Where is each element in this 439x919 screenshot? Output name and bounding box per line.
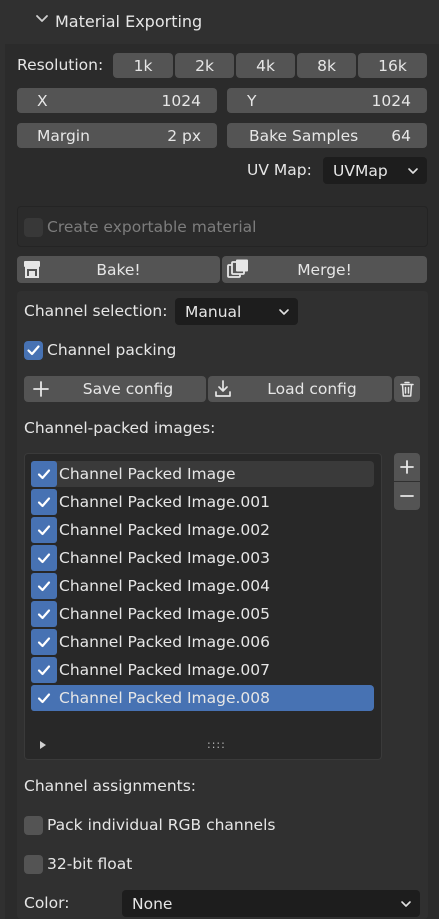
list-item-name: Channel Packed Image.007 — [59, 661, 271, 679]
list-item-name: Channel Packed Image.008 — [59, 689, 271, 707]
list-item-checkbox[interactable] — [31, 685, 57, 711]
list-item[interactable]: Channel Packed Image — [31, 461, 374, 487]
list-item-checkbox[interactable] — [31, 545, 57, 571]
list-item[interactable]: Channel Packed Image.002 — [31, 517, 374, 543]
list-item-name: Channel Packed Image.006 — [59, 633, 271, 651]
chevron-down-icon — [400, 898, 412, 910]
checkmark-icon — [37, 609, 51, 620]
margin-label: Margin — [37, 126, 90, 145]
uv-map-label: UV Map: — [247, 161, 312, 179]
list-item-name: Channel Packed Image.003 — [59, 549, 271, 567]
merge-button[interactable]: Merge! — [222, 256, 427, 283]
list-item[interactable]: Channel Packed Image.007 — [31, 657, 374, 683]
y-label: Y — [247, 91, 257, 110]
resolution-1k-button[interactable]: 1k — [113, 53, 173, 78]
chevron-down-icon[interactable] — [33, 10, 51, 28]
color-value: None — [132, 894, 173, 913]
add-image-button[interactable] — [394, 453, 420, 481]
create-material-label: Create exportable material — [47, 218, 257, 236]
checkmark-icon — [37, 693, 51, 704]
list-item[interactable]: Channel Packed Image.008 — [31, 685, 374, 711]
resolution-4k-button[interactable]: 4k — [236, 53, 295, 78]
channel-packing-checkbox[interactable] — [24, 341, 43, 360]
float32-label: 32-bit float — [47, 855, 133, 873]
minus-icon — [400, 495, 414, 497]
y-field[interactable]: Y 1024 — [227, 88, 427, 113]
load-config-label: Load config — [267, 380, 357, 398]
bake-samples-value: 64 — [391, 126, 411, 145]
list-item-name: Channel Packed Image.005 — [59, 605, 271, 623]
checkmark-icon — [37, 665, 51, 676]
list-item[interactable]: Channel Packed Image.001 — [31, 489, 374, 515]
list-item-name: Channel Packed Image.001 — [59, 493, 271, 511]
chevron-down-icon — [407, 165, 419, 177]
download-icon — [213, 379, 233, 399]
channel-assignments-label: Channel assignments: — [24, 777, 197, 795]
checkmark-icon — [37, 469, 51, 480]
checkmark-icon — [37, 497, 51, 508]
list-item-checkbox[interactable] — [31, 573, 57, 599]
uv-map-value: UVMap — [333, 161, 388, 180]
margin-value: 2 px — [167, 126, 201, 145]
delete-config-button[interactable] — [394, 376, 420, 402]
list-item-name: Channel Packed Image — [59, 465, 236, 483]
checkmark-icon — [27, 345, 40, 356]
resolution-16k-button[interactable]: 16k — [358, 53, 427, 78]
panel-title: Material Exporting — [55, 12, 203, 31]
uv-map-dropdown[interactable]: UVMap — [323, 157, 427, 184]
channel-selection-value: Manual — [185, 302, 242, 321]
trash-icon — [400, 381, 414, 397]
list-item-checkbox[interactable] — [31, 657, 57, 683]
remove-image-button[interactable] — [394, 482, 420, 510]
list-item[interactable]: Channel Packed Image.005 — [31, 601, 374, 627]
bake-button[interactable]: Bake! — [17, 256, 220, 283]
channel-selection-dropdown[interactable]: Manual — [175, 298, 298, 325]
margin-field[interactable]: Margin 2 px — [17, 123, 217, 148]
channel-packing-label: Channel packing — [47, 341, 177, 359]
plus-icon — [400, 460, 414, 474]
pack-rgb-label: Pack individual RGB channels — [47, 816, 276, 834]
packed-images-label: Channel-packed images: — [24, 419, 216, 437]
x-field[interactable]: X 1024 — [17, 88, 217, 113]
channel-selection-label: Channel selection: — [24, 302, 168, 320]
float32-checkbox[interactable] — [24, 855, 43, 874]
load-config-button[interactable]: Load config — [208, 376, 392, 402]
bake-samples-field[interactable]: Bake Samples 64 — [227, 123, 427, 148]
list-item-checkbox[interactable] — [31, 517, 57, 543]
chevron-down-icon — [278, 306, 290, 318]
expand-triangle-icon[interactable] — [38, 740, 48, 750]
plus-icon — [32, 380, 50, 398]
resolution-8k-button[interactable]: 8k — [297, 53, 356, 78]
checkmark-icon — [37, 553, 51, 564]
create-material-checkbox[interactable] — [24, 218, 43, 237]
list-resize-grip[interactable]: :::: — [207, 738, 226, 751]
save-config-label: Save config — [82, 380, 174, 398]
color-dropdown[interactable]: None — [122, 890, 420, 917]
merge-icon — [227, 259, 249, 279]
save-config-button[interactable]: Save config — [24, 376, 206, 402]
bake-samples-label: Bake Samples — [249, 126, 359, 145]
x-label: X — [37, 91, 48, 110]
checkmark-icon — [37, 581, 51, 592]
resolution-2k-button[interactable]: 2k — [175, 53, 234, 78]
list-item-checkbox[interactable] — [31, 461, 57, 487]
merge-label: Merge! — [297, 260, 352, 279]
checkmark-icon — [37, 525, 51, 536]
pack-rgb-checkbox[interactable] — [24, 816, 43, 835]
resolution-label: Resolution: — [17, 56, 104, 74]
list-item-checkbox[interactable] — [31, 629, 57, 655]
list-item[interactable]: Channel Packed Image.004 — [31, 573, 374, 599]
x-value: 1024 — [161, 91, 201, 110]
list-item-name: Channel Packed Image.004 — [59, 577, 271, 595]
color-label: Color: — [24, 894, 70, 912]
bake-label: Bake! — [96, 260, 141, 279]
y-value: 1024 — [371, 91, 411, 110]
list-item-name: Channel Packed Image.002 — [59, 521, 271, 539]
list-item[interactable]: Channel Packed Image.006 — [31, 629, 374, 655]
list-item-checkbox[interactable] — [31, 601, 57, 627]
checkmark-icon — [37, 637, 51, 648]
bake-icon — [22, 259, 42, 279]
list-item-checkbox[interactable] — [31, 489, 57, 515]
list-item[interactable]: Channel Packed Image.003 — [31, 545, 374, 571]
